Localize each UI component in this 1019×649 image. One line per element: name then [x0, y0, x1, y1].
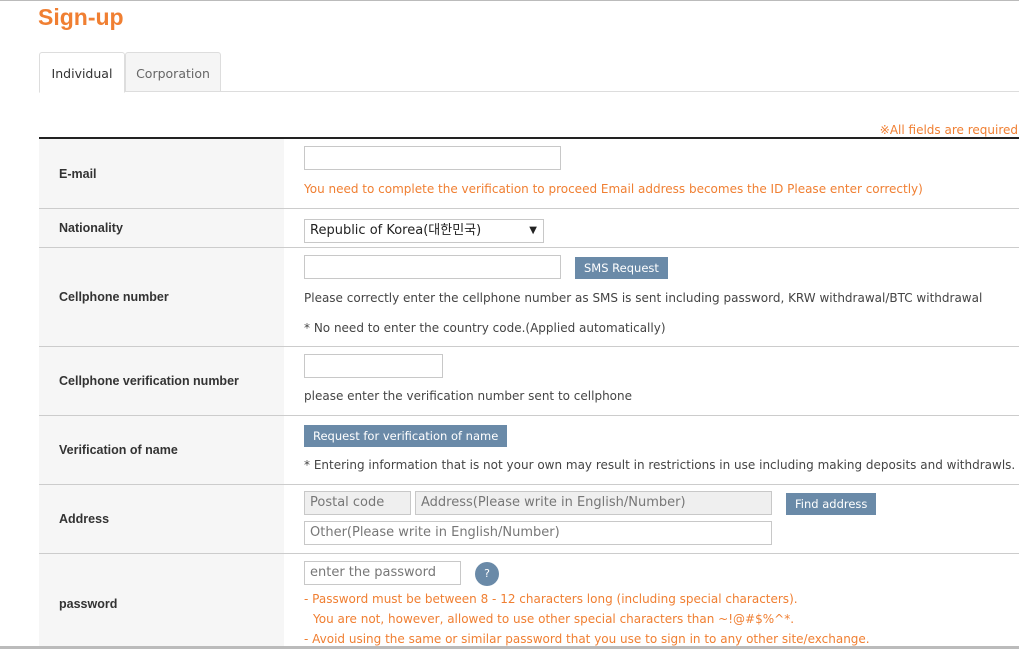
nationality-selected: Republic of Korea(대한민국) — [310, 223, 482, 238]
signup-tabs: Individual Corporation — [39, 52, 1019, 93]
cellphone-input[interactable] — [304, 255, 561, 279]
name-verification-label: Verification of name — [39, 416, 284, 484]
name-verification-note: * Entering information that is not your … — [304, 458, 1016, 472]
address-other-input[interactable]: Other(Please write in English/Number) — [304, 521, 772, 545]
verification-number-note: please enter the verification number sen… — [304, 389, 633, 403]
email-note: You need to complete the verification to… — [304, 182, 923, 196]
address-row: Address Postal code Address(Please write… — [39, 485, 1019, 554]
cellphone-label: Cellphone number — [39, 248, 284, 346]
verification-number-label: Cellphone verification number — [39, 347, 284, 415]
verification-number-input[interactable] — [304, 354, 443, 378]
email-row: E-mail You need to complete the verifica… — [39, 139, 1019, 209]
password-row: password enter the password ? - Password… — [39, 554, 1019, 649]
required-note: ※All fields are required — [879, 123, 1018, 137]
email-input[interactable] — [304, 146, 561, 170]
cellphone-note: Please correctly enter the cellphone num… — [304, 291, 983, 305]
password-rule-special: You are not, however, allowed to use oth… — [313, 612, 795, 626]
top-divider — [0, 0, 1019, 1]
address-label: Address — [39, 485, 284, 553]
postal-code-input[interactable]: Postal code — [304, 491, 411, 515]
name-verification-button[interactable]: Request for verification of name — [304, 425, 508, 447]
page-title: Sign-up — [38, 4, 124, 30]
password-rule-reuse: - Avoid using the same or similar passwo… — [304, 632, 870, 646]
address-input[interactable]: Address(Please write in English/Number) — [415, 491, 772, 515]
find-address-button[interactable]: Find address — [786, 493, 877, 515]
nationality-label: Nationality — [39, 209, 284, 247]
tab-corporation[interactable]: Corporation — [125, 52, 221, 92]
help-icon[interactable]: ? — [475, 562, 499, 586]
password-label: password — [39, 554, 284, 649]
country-code-note: * No need to enter the country code.(App… — [304, 321, 666, 335]
nationality-row: Nationality Republic of Korea(대한민국) ▼ — [39, 209, 1019, 248]
nationality-select[interactable]: Republic of Korea(대한민국) ▼ — [304, 219, 544, 243]
tab-individual[interactable]: Individual — [39, 52, 125, 93]
email-label: E-mail — [39, 139, 284, 208]
password-input[interactable]: enter the password — [304, 561, 461, 585]
cellphone-row: Cellphone number SMS Request Please corr… — [39, 248, 1019, 347]
sms-request-button[interactable]: SMS Request — [575, 257, 668, 279]
verification-number-row: Cellphone verification number please ent… — [39, 347, 1019, 416]
name-verification-row: Verification of name Request for verific… — [39, 416, 1019, 485]
dropdown-arrow-icon: ▼ — [529, 225, 537, 236]
password-rule-length: - Password must be between 8 - 12 charac… — [304, 592, 798, 606]
signup-form: E-mail You need to complete the verifica… — [39, 137, 1019, 649]
